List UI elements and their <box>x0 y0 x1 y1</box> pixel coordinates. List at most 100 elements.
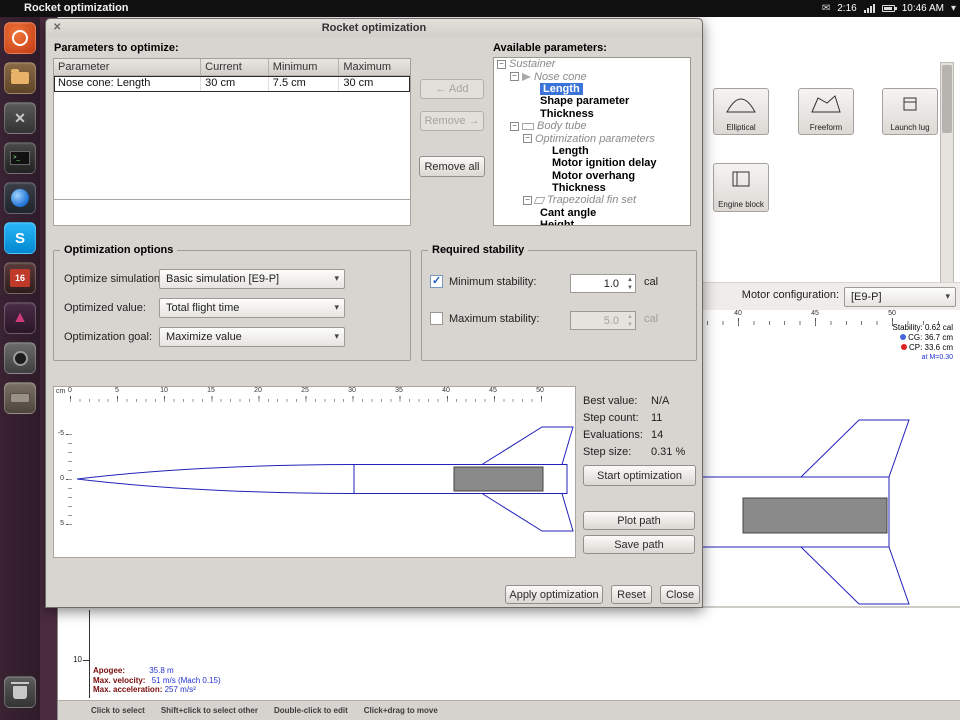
col-current[interactable]: Current <box>201 59 269 75</box>
optimization-goal-select[interactable]: Maximize value ▾ <box>159 327 345 347</box>
table-row[interactable]: Nose cone: Length 30 cm 7.5 cm 30 cm <box>54 76 410 92</box>
save-path-button[interactable]: Save path <box>583 535 695 554</box>
flight-summary: Apogee: 35.8 m Max. velocity: 51 m/s (Ma… <box>93 666 221 695</box>
hint-select: Click to select <box>91 706 145 715</box>
apogee-label: Apogee: <box>93 666 125 675</box>
top-panel: Rocket optimization ✉ 2:16 10:46 AM ▾ <box>0 0 960 17</box>
available-parameters-label: Available parameters: <box>493 42 607 54</box>
apogee-value: 35.8 m <box>149 666 173 675</box>
table-header[interactable]: Parameter Current Minimum Maximum <box>54 59 410 76</box>
tree-item-cant-angle[interactable]: Cant angle <box>494 207 690 219</box>
freeform-fin-button[interactable]: Freeform <box>798 88 854 135</box>
plot-y-axis <box>89 610 90 698</box>
hint-drag: Click+drag to move <box>364 706 438 715</box>
optimization-goal-label: Optimization goal: <box>64 331 152 343</box>
tree-item-length[interactable]: Length <box>494 145 690 157</box>
freeform-fin-icon <box>810 94 842 114</box>
col-parameter[interactable]: Parameter <box>54 59 201 75</box>
min-stability-checkbox[interactable]: ✓ <box>430 275 443 288</box>
min-stability-spinner[interactable]: 1.0 ▲▼ <box>570 274 636 293</box>
expander-icon[interactable]: − <box>510 72 519 81</box>
tree-item-thickness2[interactable]: Thickness <box>494 182 690 194</box>
dialog-titlebar[interactable]: ✕ Rocket optimization <box>46 19 702 37</box>
network-signal-icon[interactable] <box>864 4 875 13</box>
launch-lug-icon <box>894 94 926 114</box>
launch-lug-button[interactable]: Launch lug <box>882 88 938 135</box>
mail-icon[interactable]: ✉ <box>822 3 830 14</box>
expander-icon[interactable]: − <box>510 122 519 131</box>
hint-double-click: Double-click to edit <box>274 706 348 715</box>
tree-item-trapezoidal-fin-set[interactable]: −Trapezoidal fin set <box>494 194 690 206</box>
rocket-optimization-dialog: ✕ Rocket optimization Parameters to opti… <box>45 18 703 608</box>
system-tray: ✉ 2:16 10:46 AM ▾ <box>822 0 956 17</box>
apply-optimization-button[interactable]: Apply optimization <box>505 585 603 604</box>
col-maximum[interactable]: Maximum <box>339 59 410 75</box>
media-player-icon[interactable]: ▲ <box>4 302 36 334</box>
elliptical-fin-button[interactable]: Elliptical <box>713 88 769 135</box>
available-parameters-tree[interactable]: −Sustainer −Nose cone Length Shape param… <box>493 57 691 226</box>
tree-item-thickness[interactable]: Thickness <box>494 108 690 120</box>
engine-block-button[interactable]: Engine block <box>713 163 769 212</box>
body-tube-icon <box>522 123 534 130</box>
simulation-plot[interactable]: 10 Apogee: 35.8 m Max. velocity: 51 m/s … <box>58 606 960 700</box>
col-minimum[interactable]: Minimum <box>269 59 340 75</box>
browser-icon[interactable] <box>4 182 36 214</box>
keyboard-timer[interactable]: 2:16 <box>837 3 856 14</box>
step-count-label: Step count: <box>583 412 639 424</box>
skype-icon[interactable]: S <box>4 222 36 254</box>
plot-path-button[interactable]: Plot path <box>583 511 695 530</box>
battery-icon[interactable] <box>882 5 895 12</box>
expander-icon[interactable]: − <box>497 60 506 69</box>
dash-home-icon[interactable] <box>4 22 36 54</box>
clock[interactable]: 10:46 AM <box>902 3 944 14</box>
optimize-simulation-label: Optimize simulation: <box>64 273 163 285</box>
trash-icon[interactable] <box>4 676 36 708</box>
chevron-down-icon: ▾ <box>945 291 950 302</box>
start-optimization-button[interactable]: Start optimization <box>583 465 696 486</box>
chevron-down-icon: ▾ <box>334 331 339 342</box>
step-size-label: Step size: <box>583 446 631 458</box>
tree-item-nose-cone[interactable]: −Nose cone <box>494 70 690 82</box>
tree-item-shape-parameter[interactable]: Shape parameter <box>494 95 690 107</box>
close-button[interactable]: Close <box>660 585 700 604</box>
expander-icon[interactable]: − <box>523 196 532 205</box>
tree-item-height[interactable]: Height <box>494 219 690 226</box>
reset-button[interactable]: Reset <box>611 585 652 604</box>
tree-item-length-selected[interactable]: Length <box>494 83 690 95</box>
vertical-scrollbar[interactable] <box>940 62 954 284</box>
remove-all-button[interactable]: Remove all <box>419 156 485 177</box>
tools-icon[interactable]: ✕ <box>4 102 36 134</box>
session-menu-icon[interactable]: ▾ <box>951 3 956 14</box>
max-stability-spinner[interactable]: 5.0 ▲▼ <box>570 311 636 330</box>
motor-config-select[interactable]: [E9-P] ▾ <box>844 287 956 307</box>
tree-item-motor-ignition-delay[interactable]: Motor ignition delay <box>494 157 690 169</box>
optimized-value-label: Optimized value: <box>64 302 146 314</box>
tree-item-sustainer[interactable]: −Sustainer <box>494 58 690 70</box>
max-velocity-mach: (Mach 0.15) <box>178 676 221 685</box>
close-icon[interactable]: ✕ <box>53 21 61 35</box>
disk-utility-icon[interactable] <box>4 382 36 414</box>
optimize-simulation-select[interactable]: Basic simulation [E9-P] ▾ <box>159 269 345 289</box>
tree-item-optimization-parameters[interactable]: −Optimization parameters <box>494 132 690 144</box>
max-accel-value: 257 m/s² <box>165 685 196 694</box>
screenshot-icon[interactable] <box>4 342 36 374</box>
scrollbar-thumb[interactable] <box>942 65 952 133</box>
spinner-up-icon[interactable]: ▲ <box>627 276 633 284</box>
terminal-icon[interactable]: >_ <box>4 142 36 174</box>
spinner-down-icon: ▼ <box>627 321 633 329</box>
add-button[interactable]: ← Add <box>420 79 484 99</box>
calendar-icon[interactable]: 16 <box>4 262 36 294</box>
tree-item-body-tube[interactable]: −Body tube <box>494 120 690 132</box>
ruler-tick-40: 40 <box>734 310 742 317</box>
files-icon[interactable] <box>4 62 36 94</box>
spinner-down-icon[interactable]: ▼ <box>627 284 633 292</box>
chevron-down-icon: ▾ <box>334 302 339 313</box>
max-stability-checkbox[interactable] <box>430 312 443 325</box>
optimized-value-select[interactable]: Total flight time ▾ <box>159 298 345 318</box>
expander-icon[interactable]: − <box>523 134 532 143</box>
optimization-options-group: Optimization options Optimize simulation… <box>53 250 411 361</box>
rocket-outline-drawing[interactable] <box>54 387 576 558</box>
remove-button[interactable]: Remove → <box>420 111 484 131</box>
fin-set-icon <box>534 197 546 204</box>
tree-item-motor-overhang[interactable]: Motor overhang <box>494 170 690 182</box>
